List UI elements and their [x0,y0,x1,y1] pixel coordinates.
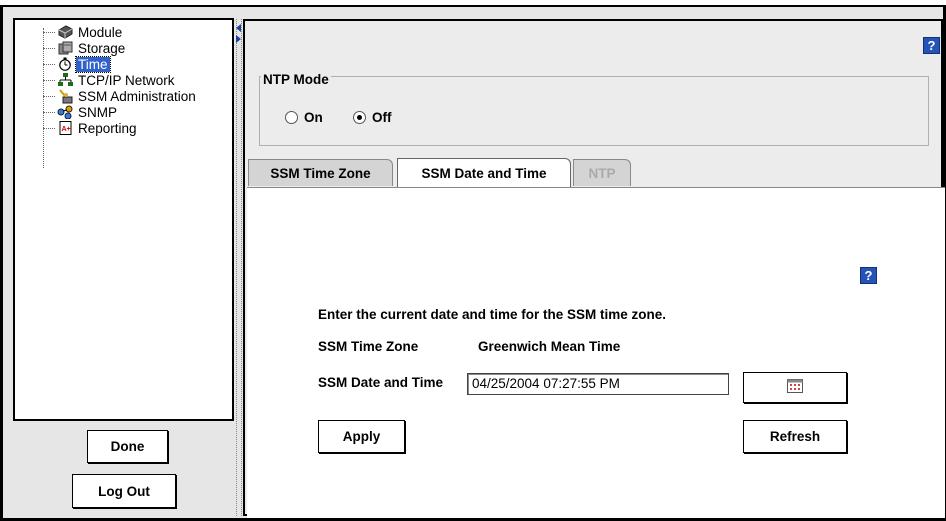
tree-label: SNMP [78,104,118,120]
time-zone-label: SSM Time Zone [318,339,419,354]
date-time-label: SSM Date and Time [318,375,444,390]
done-button[interactable]: Done [87,430,168,463]
help-icon[interactable]: ? [923,37,940,54]
panel-splitter[interactable] [236,19,242,516]
report-icon: A + [57,121,73,136]
ntp-on-radio[interactable]: On [285,110,323,125]
tree-item-ssm-administration[interactable]: SSM Administration [43,88,198,104]
tree-label: SSM Administration [78,88,196,104]
radio-checked-icon [353,111,366,124]
tree-label-selected: Time [75,55,111,73]
apply-button[interactable]: Apply [318,420,405,453]
date-time-field[interactable]: 04/25/2004 07:27:55 PM [467,373,729,395]
calendar-icon [787,379,803,396]
network-icon [57,73,73,88]
main-panel: ? NTP Mode On Off SSM Time Zone SSM Date… [243,19,945,518]
tree-item-snmp[interactable]: SNMP [43,104,119,120]
refresh-button[interactable]: Refresh [743,420,847,453]
tab-ssm-date-and-time[interactable]: SSM Date and Time [397,158,571,187]
tab-ntp: NTP [573,159,631,186]
admin-icon [57,88,73,104]
instruction-text: Enter the current date and time for the … [318,307,667,322]
radio-label: Off [372,110,392,125]
time-zone-value: Greenwich Mean Time [478,339,621,354]
help-icon[interactable]: ? [860,267,877,284]
tree-label: TCP/IP Network [78,72,175,88]
navigation-tree: Module Storage Time TCP/IP Network SSM A… [13,18,234,421]
radio-label: On [304,110,323,125]
storage-icon [57,41,73,56]
radio-unchecked-icon [285,111,298,124]
tree-item-tcpip-network[interactable]: TCP/IP Network [43,72,177,88]
tree-item-storage[interactable]: Storage [43,40,127,56]
tab-ssm-time-zone[interactable]: SSM Time Zone [248,159,393,186]
tree-label: Reporting [78,120,137,136]
collapse-arrows-icon[interactable] [235,23,242,48]
tree-item-module[interactable]: Module [43,24,124,40]
tree-label: Module [78,24,123,40]
logout-button[interactable]: Log Out [72,474,176,508]
ntp-off-radio[interactable]: Off [353,110,392,125]
app-window: Module Storage Time TCP/IP Network SSM A… [0,5,946,521]
snmp-icon [57,105,73,120]
tree-item-time[interactable]: Time [43,55,111,73]
tree-item-reporting[interactable]: A + Reporting [43,120,139,136]
svg-text:+: + [66,126,70,133]
module-icon [57,25,73,40]
ntp-mode-title: NTP Mode [261,72,331,87]
calendar-button[interactable] [743,372,847,403]
tree-label: Storage [78,40,126,56]
stopwatch-icon [57,57,73,72]
